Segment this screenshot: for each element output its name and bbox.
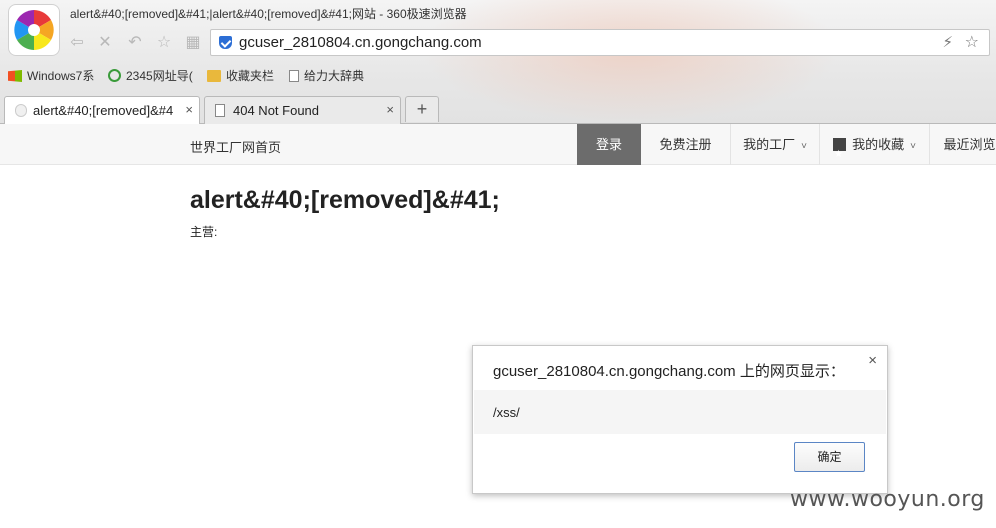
chevron-down-icon: ˅ (801, 141, 807, 152)
document-icon (215, 104, 225, 117)
address-bar[interactable]: gcuser_2810804.cn.gongchang.com ⚡ ☆ (210, 29, 990, 56)
site-top-bar: 世界工厂网首页 登录 免费注册 我的工厂 ˅ 我的收藏 ˅ 最近浏览 (0, 124, 996, 175)
page-title: alert&#40;[removed]&#41; (190, 186, 500, 214)
dialog-message: /xss/ (493, 405, 520, 420)
360-logo-icon (14, 10, 54, 50)
my-factory-label: 我的工厂 (743, 137, 796, 152)
page-loading-icon (15, 104, 27, 117)
folder-icon (207, 70, 221, 82)
bookmark-windows7[interactable]: Windows7系 (8, 67, 94, 84)
tab-strip: alert&#40;[removed]&#4 × 404 Not Found ×… (0, 94, 996, 125)
main-business-label: 主营: (190, 225, 218, 239)
my-favorites-label: 我的收藏 (852, 137, 905, 152)
bookmarks-bar: Windows7系 2345网址导( 收藏夹栏 给力大辞典 (0, 63, 996, 87)
favorites-icon (833, 134, 847, 175)
chevron-down-icon: ˅ (910, 141, 916, 152)
bookmark-2345[interactable]: 2345网址导( (108, 67, 193, 84)
window-title: alert&#40;[removed]&#41;|alert&#40;[remo… (70, 7, 467, 21)
dialog-message-area (474, 390, 886, 434)
close-icon[interactable]: ✕ (95, 33, 115, 53)
tab-label: alert&#40;[removed]&#4 (33, 103, 174, 118)
bookmark-dictionary[interactable]: 给力大辞典 (289, 67, 364, 84)
tab-label: 404 Not Found (233, 103, 320, 118)
url-text[interactable]: gcuser_2810804.cn.gongchang.com (239, 34, 482, 51)
lightning-icon[interactable]: ⚡ (942, 33, 953, 51)
star-icon[interactable]: ☆ (965, 32, 979, 52)
register-link[interactable]: 免费注册 (641, 124, 730, 165)
dialog-title: gcuser_2810804.cn.gongchang.com 上的网页显示： (493, 363, 845, 380)
watermark-text: www.wooyun.org (790, 487, 985, 512)
tab-404[interactable]: 404 Not Found × (204, 96, 401, 124)
recent-views-menu[interactable]: 最近浏览 (929, 124, 996, 165)
2345-icon (108, 69, 121, 82)
back-arrow-icon[interactable]: ⇦ (67, 33, 87, 53)
shield-icon (219, 36, 232, 49)
browser-logo[interactable] (8, 4, 60, 56)
bookmark-favorites-folder[interactable]: 收藏夹栏 (207, 67, 274, 84)
my-factory-menu[interactable]: 我的工厂 ˅ (730, 124, 819, 165)
my-favorites-menu[interactable]: 我的收藏 ˅ (819, 124, 929, 175)
grid-icon[interactable]: ▦ (183, 33, 203, 53)
login-button[interactable]: 登录 (577, 124, 641, 165)
new-tab-button[interactable]: + (405, 96, 439, 122)
alert-dialog: gcuser_2810804.cn.gongchang.com 上的网页显示： … (472, 345, 888, 494)
dialog-close-icon[interactable]: × (868, 352, 877, 369)
star-outline-icon[interactable]: ☆ (154, 33, 174, 53)
site-home-link[interactable]: 世界工厂网首页 (190, 137, 281, 156)
undo-icon[interactable]: ↶ (125, 33, 145, 53)
tab-alert[interactable]: alert&#40;[removed]&#4 × (4, 96, 200, 125)
windows-icon (8, 70, 22, 82)
dialog-ok-button[interactable]: 确定 (794, 442, 865, 472)
tab-close-icon[interactable]: × (386, 102, 394, 117)
page-icon (289, 70, 299, 82)
browser-chrome: alert&#40;[removed]&#41;|alert&#40;[remo… (0, 0, 996, 125)
tab-close-icon[interactable]: × (185, 102, 193, 117)
